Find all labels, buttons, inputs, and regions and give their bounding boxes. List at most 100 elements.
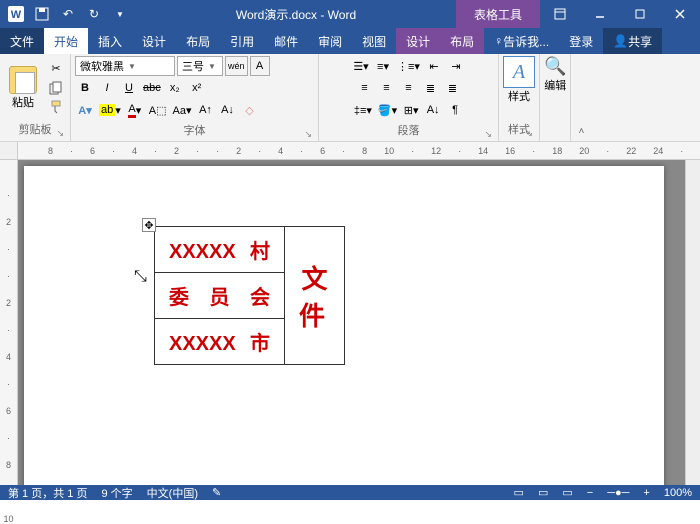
clear-format-button[interactable]: ◇	[240, 100, 260, 120]
paragraph-launcher-icon[interactable]: ↘	[484, 129, 492, 140]
ribbon-collapse-icon[interactable]: ˄	[571, 121, 591, 141]
zoom-slider[interactable]: ─●─	[607, 487, 629, 499]
char-border-button[interactable]: A	[250, 56, 270, 76]
svg-text:W: W	[11, 9, 22, 21]
shrink-font-button[interactable]: A↓	[218, 100, 238, 120]
save-icon[interactable]	[30, 2, 54, 26]
numbering-button[interactable]: ≡▾	[373, 56, 393, 76]
italic-button[interactable]: I	[97, 78, 117, 98]
copy-icon[interactable]	[46, 80, 66, 96]
font-name-combo[interactable]: 微软雅黑▼	[75, 56, 175, 76]
zoom-in-icon[interactable]: +	[643, 487, 649, 499]
signin[interactable]: 登录	[559, 28, 603, 54]
redo-icon[interactable]: ↻	[82, 2, 106, 26]
text-effects-button[interactable]: A▾	[75, 100, 95, 120]
align-center-button[interactable]: ≡	[377, 78, 397, 98]
view-print-icon[interactable]: ▭	[538, 486, 548, 499]
tab-file[interactable]: 文件	[0, 28, 44, 54]
tab-home[interactable]: 开始	[44, 28, 88, 54]
bullets-button[interactable]: ☰▾	[351, 56, 371, 76]
context-tab-label: 表格工具	[456, 0, 540, 28]
align-left-button[interactable]: ≡	[355, 78, 375, 98]
tab-review[interactable]: 审阅	[308, 28, 352, 54]
shading-button[interactable]: 🪣▾	[376, 100, 399, 120]
zoom-level[interactable]: 100%	[664, 487, 692, 499]
superscript-button[interactable]: x²	[187, 78, 207, 98]
subscript-button[interactable]: x₂	[165, 78, 185, 98]
zoom-out-icon[interactable]: −	[587, 487, 593, 499]
edit-group-label	[544, 123, 566, 139]
ribbon-options-icon[interactable]	[540, 0, 580, 28]
enclose-char-button[interactable]: Aa▾	[171, 100, 194, 120]
vertical-scrollbar[interactable]	[685, 160, 700, 485]
multilevel-button[interactable]: ⋮≡▾	[395, 56, 422, 76]
minimize-icon[interactable]	[580, 0, 620, 28]
table-cell[interactable]: 委 员 会	[155, 273, 285, 319]
styles-icon[interactable]: A	[503, 56, 535, 88]
styles-launcher-icon[interactable]: ↘	[525, 128, 533, 139]
styles-group-label: 样式↘	[503, 119, 535, 139]
borders-button[interactable]: ⊞▾	[401, 100, 421, 120]
view-web-icon[interactable]: ▭	[562, 486, 572, 499]
tell-me[interactable]: ♀ 告诉我...	[484, 28, 559, 54]
format-painter-icon[interactable]	[46, 99, 66, 115]
tab-layout[interactable]: 布局	[176, 28, 220, 54]
paragraph-group-label: 段落↘	[323, 120, 494, 140]
font-color-button[interactable]: A▾	[125, 100, 145, 120]
underline-button[interactable]: U	[119, 78, 139, 98]
align-right-button[interactable]: ≡	[399, 78, 419, 98]
qat-dropdown-icon[interactable]: ▼	[108, 2, 132, 26]
cursor-icon: ⤡	[134, 268, 147, 286]
styles-label: 样式	[508, 88, 530, 104]
tab-table-design[interactable]: 设计	[396, 28, 440, 54]
tab-table-layout[interactable]: 布局	[440, 28, 484, 54]
table-move-handle-icon[interactable]: ✥	[142, 218, 156, 232]
paste-button[interactable]: 粘贴	[4, 66, 42, 110]
tab-references[interactable]: 引用	[220, 28, 264, 54]
font-size-combo[interactable]: 三号▼	[177, 56, 223, 76]
document-scroll[interactable]: ✥ ⤡ XXXXX 村 文件 委 员 会 XXXXX 市	[18, 160, 685, 485]
font-launcher-icon[interactable]: ↘	[304, 129, 312, 140]
tab-view[interactable]: 视图	[352, 28, 396, 54]
status-track-icon[interactable]: ✎	[212, 486, 221, 499]
sort-button[interactable]: A↓	[423, 100, 443, 120]
clipboard-launcher-icon[interactable]: ↘	[56, 128, 64, 139]
page[interactable]: ✥ ⤡ XXXXX 村 文件 委 员 会 XXXXX 市	[24, 166, 664, 485]
undo-icon[interactable]: ↶	[56, 2, 80, 26]
indent-right-button[interactable]: ⇥	[446, 56, 466, 76]
document-title: Word演示.docx - Word	[136, 6, 456, 23]
find-icon[interactable]: 🔍	[544, 56, 566, 77]
table-cell-merged[interactable]: 文件	[285, 227, 345, 365]
document-table[interactable]: XXXXX 村 文件 委 员 会 XXXXX 市	[154, 226, 345, 365]
table-cell[interactable]: XXXXX 村	[155, 227, 285, 273]
tab-insert[interactable]: 插入	[88, 28, 132, 54]
indent-left-button[interactable]: ⇤	[424, 56, 444, 76]
table-row[interactable]: XXXXX 村 文件	[155, 227, 345, 273]
tab-design[interactable]: 设计	[132, 28, 176, 54]
vertical-ruler[interactable]: ·2··2·4·6·8·10	[0, 160, 18, 485]
char-shading-button[interactable]: A⬚	[147, 100, 169, 120]
strikethrough-button[interactable]: abc	[141, 78, 163, 98]
distribute-button[interactable]: ≣	[443, 78, 463, 98]
grow-font-button[interactable]: A↑	[196, 100, 216, 120]
bold-button[interactable]: B	[75, 78, 95, 98]
line-spacing-button[interactable]: ‡≡▾	[352, 100, 374, 120]
pinyin-guide-button[interactable]: wén	[225, 56, 248, 76]
table-cell[interactable]: XXXXX 市	[155, 319, 285, 365]
status-words[interactable]: 9 个字	[101, 485, 132, 501]
share-button[interactable]: 👤共享	[603, 28, 662, 54]
cut-icon[interactable]: ✂	[46, 61, 66, 77]
tab-mailings[interactable]: 邮件	[264, 28, 308, 54]
highlight-button[interactable]: ab▾	[97, 100, 123, 120]
word-app-icon: W	[4, 2, 28, 26]
horizontal-ruler[interactable]: 8·6·4·2··2·4·6·810·12·1416·1820·2224·262…	[18, 142, 700, 159]
close-icon[interactable]	[660, 0, 700, 28]
show-marks-button[interactable]: ¶	[445, 100, 465, 120]
status-page[interactable]: 第 1 页，共 1 页	[8, 485, 87, 501]
justify-button[interactable]: ≣	[421, 78, 441, 98]
paste-label: 粘贴	[12, 94, 34, 110]
maximize-icon[interactable]	[620, 0, 660, 28]
status-language[interactable]: 中文(中国)	[147, 485, 198, 501]
view-read-icon[interactable]: ▭	[514, 486, 524, 499]
font-group-label: 字体↘	[75, 120, 314, 140]
